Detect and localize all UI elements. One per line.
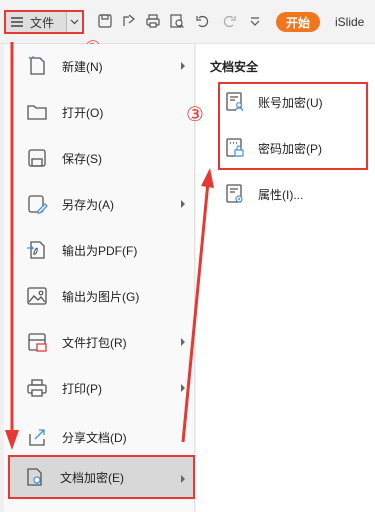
undo-icon[interactable] <box>194 12 212 30</box>
menu-item-label: 文件打包(R) <box>62 335 127 350</box>
open-folder-icon <box>24 99 50 125</box>
menu-item-label: 文档加密(E) <box>60 470 124 485</box>
chevron-right-icon <box>181 475 185 483</box>
file-menu-button[interactable]: 文件 <box>4 10 84 34</box>
pdf-icon <box>24 237 50 263</box>
chevron-right-icon <box>181 62 185 70</box>
print-icon[interactable] <box>144 12 162 30</box>
package-icon <box>24 329 50 355</box>
menu-item-new[interactable]: 新建(N) <box>12 44 193 88</box>
chevron-down-icon[interactable] <box>66 12 82 32</box>
customize-toolbar-icon[interactable] <box>246 12 264 30</box>
save-icon[interactable] <box>96 12 114 30</box>
menu-item-encrypt[interactable]: 文档加密(E) <box>8 455 195 499</box>
panel-title: 文档安全 <box>210 60 259 74</box>
menu-item-label: 保存(S) <box>62 151 102 166</box>
print-preview-icon[interactable] <box>168 12 186 30</box>
hamburger-icon <box>6 12 28 32</box>
menu-item-open[interactable]: 打开(O) <box>12 90 193 134</box>
menu-item-label: 打开(O) <box>62 105 104 120</box>
chevron-right-icon <box>181 200 185 208</box>
file-menu: 新建(N) 打开(O) 保存(S) 另存为(A) 输出为PDF(F) 输出为图片… <box>4 44 195 512</box>
annotation-3: ③ <box>186 102 204 126</box>
export-icon[interactable] <box>120 12 138 30</box>
chevron-right-icon <box>181 384 185 392</box>
print-icon <box>24 375 50 401</box>
menu-item-label: 新建(N) <box>62 59 103 74</box>
save-as-icon <box>24 191 50 217</box>
file-menu-label: 文件 <box>30 15 55 30</box>
image-icon <box>24 283 50 309</box>
share-icon <box>24 424 50 450</box>
toolbar: 文件 开始 iSlide <box>0 0 375 44</box>
start-tab-button[interactable]: 开始 <box>276 12 320 32</box>
menu-item-package[interactable]: 文件打包(R) <box>12 320 193 364</box>
menu-item-label: 分享文档(D) <box>62 430 127 445</box>
menu-item-save-as[interactable]: 另存为(A) <box>12 182 193 226</box>
menu-item-label: 输出为图片(G) <box>62 289 140 304</box>
properties-icon <box>224 182 246 206</box>
save-icon <box>24 145 50 171</box>
redo-icon[interactable] <box>220 12 238 30</box>
menu-item-share[interactable]: 分享文档(D) <box>12 415 193 459</box>
menu-item-export-pdf[interactable]: 输出为PDF(F) <box>12 228 193 272</box>
menu-item-export-image[interactable]: 输出为图片(G) <box>12 274 193 318</box>
new-icon <box>24 53 50 79</box>
chevron-right-icon <box>181 338 185 346</box>
encrypt-icon <box>22 464 48 490</box>
properties-label: 属性(I)... <box>258 187 304 202</box>
menu-item-save[interactable]: 保存(S) <box>12 136 193 180</box>
menu-item-label: 打印(P) <box>62 381 102 396</box>
menu-item-label: 输出为PDF(F) <box>62 243 138 258</box>
islide-tab[interactable]: iSlide <box>335 15 364 29</box>
menu-item-label: 另存为(A) <box>62 197 114 212</box>
properties-item[interactable]: 属性(I)... <box>224 174 374 214</box>
encryption-options-highlight <box>218 82 368 170</box>
menu-item-print[interactable]: 打印(P) <box>12 366 193 410</box>
